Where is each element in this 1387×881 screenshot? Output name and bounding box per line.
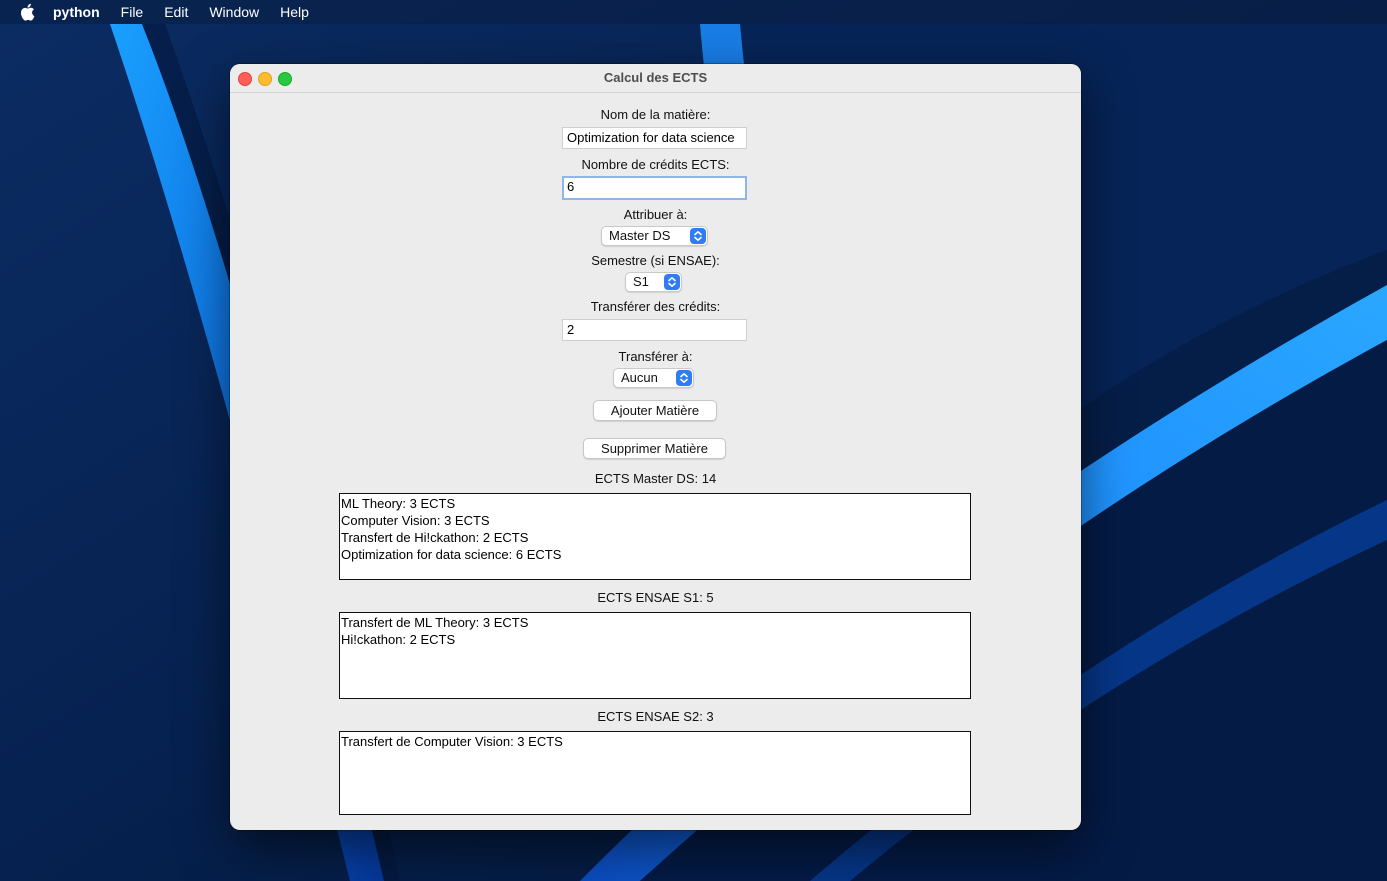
assign-select[interactable]: Master DS [601, 226, 708, 246]
credits-input[interactable]: 6 [562, 176, 747, 200]
list-item[interactable]: Computer Vision: 3 ECTS [341, 512, 970, 529]
transfer-to-select-value: Aucun [621, 370, 658, 385]
ensae-s2-total-label: ECTS ENSAE S2: 3 [597, 709, 714, 724]
window-title: Calcul des ECTS [603, 70, 708, 85]
list-item[interactable]: Transfert de Hi!ckathon: 2 ECTS [341, 529, 970, 546]
list-item[interactable]: ML Theory: 3 ECTS [341, 495, 970, 512]
ensae-s1-total-label: ECTS ENSAE S1: 5 [597, 590, 714, 605]
transfer-to-select[interactable]: Aucun [613, 368, 694, 388]
chevron-updown-icon [690, 228, 706, 244]
subject-name-label: Nom de la matière: [600, 107, 711, 122]
semester-label: Semestre (si ENSAE): [591, 253, 720, 268]
semester-select[interactable]: S1 [625, 272, 682, 292]
add-subject-button[interactable]: Ajouter Matière [593, 400, 717, 421]
menu-file[interactable]: File [121, 0, 144, 24]
menu-edit[interactable]: Edit [164, 0, 188, 24]
list-item[interactable]: Transfert de Computer Vision: 3 ECTS [341, 733, 970, 750]
assign-label: Attribuer à: [623, 207, 688, 222]
ects-window: Calcul des ECTS Nom de la matière: Optim… [230, 64, 1081, 830]
delete-subject-button[interactable]: Supprimer Matière [583, 438, 726, 459]
ensae-s1-listbox[interactable]: Transfert de ML Theory: 3 ECTS Hi!ckatho… [339, 612, 971, 699]
transfer-credits-label: Transférer des crédits: [590, 299, 721, 314]
master-ds-listbox[interactable]: ML Theory: 3 ECTS Computer Vision: 3 ECT… [339, 493, 971, 580]
chevron-updown-icon [676, 370, 692, 386]
credits-label: Nombre de crédits ECTS: [581, 157, 730, 172]
ensae-s2-listbox[interactable]: Transfert de Computer Vision: 3 ECTS [339, 731, 971, 815]
semester-select-value: S1 [633, 274, 649, 289]
menu-bar: python File Edit Window Help [0, 0, 1387, 24]
list-item[interactable]: Hi!ckathon: 2 ECTS [341, 631, 970, 648]
subject-name-input[interactable]: Optimization for data science [562, 127, 747, 149]
list-item[interactable]: Optimization for data science: 6 ECTS [341, 546, 970, 563]
master-ds-total-label: ECTS Master DS: 14 [594, 471, 717, 486]
menu-window[interactable]: Window [209, 0, 259, 24]
menu-help[interactable]: Help [280, 0, 309, 24]
chevron-updown-icon [664, 274, 680, 290]
list-item[interactable]: Transfert de ML Theory: 3 ECTS [341, 614, 970, 631]
title-bar[interactable]: Calcul des ECTS [230, 64, 1081, 93]
transfer-credits-input[interactable]: 2 [562, 319, 747, 341]
menu-app-name[interactable]: python [53, 0, 100, 24]
apple-logo-icon[interactable] [19, 3, 35, 21]
assign-select-value: Master DS [609, 228, 671, 243]
transfer-to-label: Transférer à: [618, 349, 693, 364]
